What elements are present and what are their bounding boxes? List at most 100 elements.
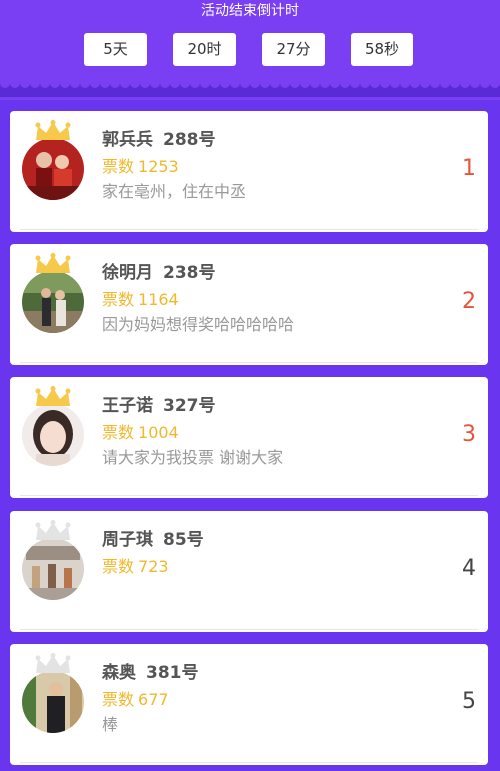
scallop-bump <box>240 78 250 88</box>
countdown-hours: 20时 <box>173 33 236 66</box>
avatar[interactable] <box>22 404 84 466</box>
list-item[interactable]: 王子诺 327号 票数 1004 请大家为我投票 谢谢大家 3 <box>10 377 488 498</box>
entry-name: 周子琪 <box>102 530 153 550</box>
scallop-bump <box>100 78 110 88</box>
scallop-bump <box>250 78 260 88</box>
entry-title: 周子琪 85号 <box>102 528 204 552</box>
entry-description: 请大家为我投票 谢谢大家 <box>102 448 284 467</box>
divider <box>20 762 478 763</box>
countdown-row: 5天 20时 27分 58秒 <box>0 33 500 66</box>
crown-gold-icon <box>35 120 71 140</box>
scallop-bump <box>300 78 310 88</box>
votes-count: 677 <box>138 690 169 709</box>
scallop-bump <box>410 78 420 88</box>
entry-title: 郭兵兵 288号 <box>102 128 216 152</box>
scallop-bump <box>340 78 350 88</box>
crown-gold-icon <box>35 253 71 273</box>
list-item[interactable]: 森奥 381号 票数 677 棒 5 <box>10 644 488 765</box>
scallop-bump <box>20 78 30 88</box>
scallop-bump <box>390 78 400 88</box>
scallop-bump <box>450 78 460 88</box>
scallop-bump <box>420 78 430 88</box>
rank-number: 5 <box>462 689 476 714</box>
crown-silver-icon <box>35 653 71 673</box>
scallop-bump <box>90 78 100 88</box>
entry-title: 森奥 381号 <box>102 661 199 685</box>
list-item[interactable]: 徐明月 238号 票数 1164 因为妈妈想得奖哈哈哈哈哈 2 <box>10 244 488 365</box>
scallop-bump <box>230 78 240 88</box>
scallop-bump <box>380 78 390 88</box>
avatar[interactable] <box>22 138 84 200</box>
entry-votes: 票数 1253 <box>102 156 179 178</box>
scallop-bump <box>210 78 220 88</box>
votes-count: 1164 <box>138 290 179 309</box>
scallop-bump <box>350 78 360 88</box>
header-banner: 活动结束倒计时 5天 20时 27分 58秒 <box>0 0 500 100</box>
rank-number: 3 <box>462 422 476 447</box>
scallop-bump <box>400 78 410 88</box>
scallop-bump <box>370 78 380 88</box>
scallop-bump <box>0 78 10 88</box>
scallop-bump <box>460 78 470 88</box>
entry-title: 王子诺 327号 <box>102 394 216 418</box>
divider <box>20 629 478 630</box>
entry-number: 85号 <box>163 530 204 550</box>
scallop-divider <box>0 78 500 97</box>
divider <box>20 495 478 496</box>
votes-label: 票数 <box>102 290 135 309</box>
rank-number: 2 <box>462 289 476 314</box>
rank-number: 1 <box>462 156 476 181</box>
entry-description: 棒 <box>102 715 119 734</box>
scallop-bump <box>270 78 280 88</box>
scallop-bump <box>80 78 90 88</box>
countdown-seconds: 58秒 <box>351 33 413 66</box>
entry-number: 327号 <box>163 396 216 416</box>
entry-number: 288号 <box>163 130 216 150</box>
scallop-bump <box>330 78 340 88</box>
scallop-bump <box>40 78 50 88</box>
list-item[interactable]: 周子琪 85号 票数 723 4 <box>10 511 488 632</box>
scallop-bump <box>470 78 480 88</box>
votes-count: 1253 <box>138 157 179 176</box>
votes-count: 723 <box>138 557 169 576</box>
rank-number: 4 <box>462 556 476 581</box>
entry-name: 王子诺 <box>102 396 153 416</box>
entry-description: 家在亳州，住在中丞 <box>102 182 247 201</box>
entry-name: 徐明月 <box>102 263 153 283</box>
scallop-bump <box>320 78 330 88</box>
entry-votes: 票数 1164 <box>102 289 179 311</box>
scallop-bump <box>110 78 120 88</box>
scallop-bump <box>150 78 160 88</box>
scallop-bump <box>140 78 150 88</box>
scallop-bump <box>260 78 270 88</box>
scallop-bump <box>120 78 130 88</box>
scallop-bump <box>310 78 320 88</box>
entry-description: 因为妈妈想得奖哈哈哈哈哈 <box>102 315 295 334</box>
avatar[interactable] <box>22 538 84 600</box>
list-item[interactable]: 郭兵兵 288号 票数 1253 家在亳州，住在中丞 1 <box>10 111 488 232</box>
scallop-bump <box>440 78 450 88</box>
scallop-bump <box>290 78 300 88</box>
scallop-bump <box>280 78 290 88</box>
avatar[interactable] <box>22 671 84 733</box>
scallop-bump <box>220 78 230 88</box>
scallop-bump <box>60 78 70 88</box>
scallop-bump <box>10 78 20 88</box>
votes-label: 票数 <box>102 557 135 576</box>
avatar[interactable] <box>22 271 84 333</box>
countdown-minutes: 27分 <box>262 33 325 66</box>
entry-votes: 票数 677 <box>102 689 169 711</box>
scallop-bump <box>430 78 440 88</box>
entry-votes: 票数 723 <box>102 556 169 578</box>
votes-label: 票数 <box>102 690 135 709</box>
entry-name: 森奥 <box>102 663 136 683</box>
entry-number: 238号 <box>163 263 216 283</box>
scallop-bump <box>130 78 140 88</box>
scallop-bump <box>70 78 80 88</box>
scallop-bump <box>490 78 500 88</box>
entry-title: 徐明月 238号 <box>102 261 216 285</box>
votes-label: 票数 <box>102 157 135 176</box>
scallop-bump <box>190 78 200 88</box>
votes-count: 1004 <box>138 423 179 442</box>
scallop-bump <box>180 78 190 88</box>
